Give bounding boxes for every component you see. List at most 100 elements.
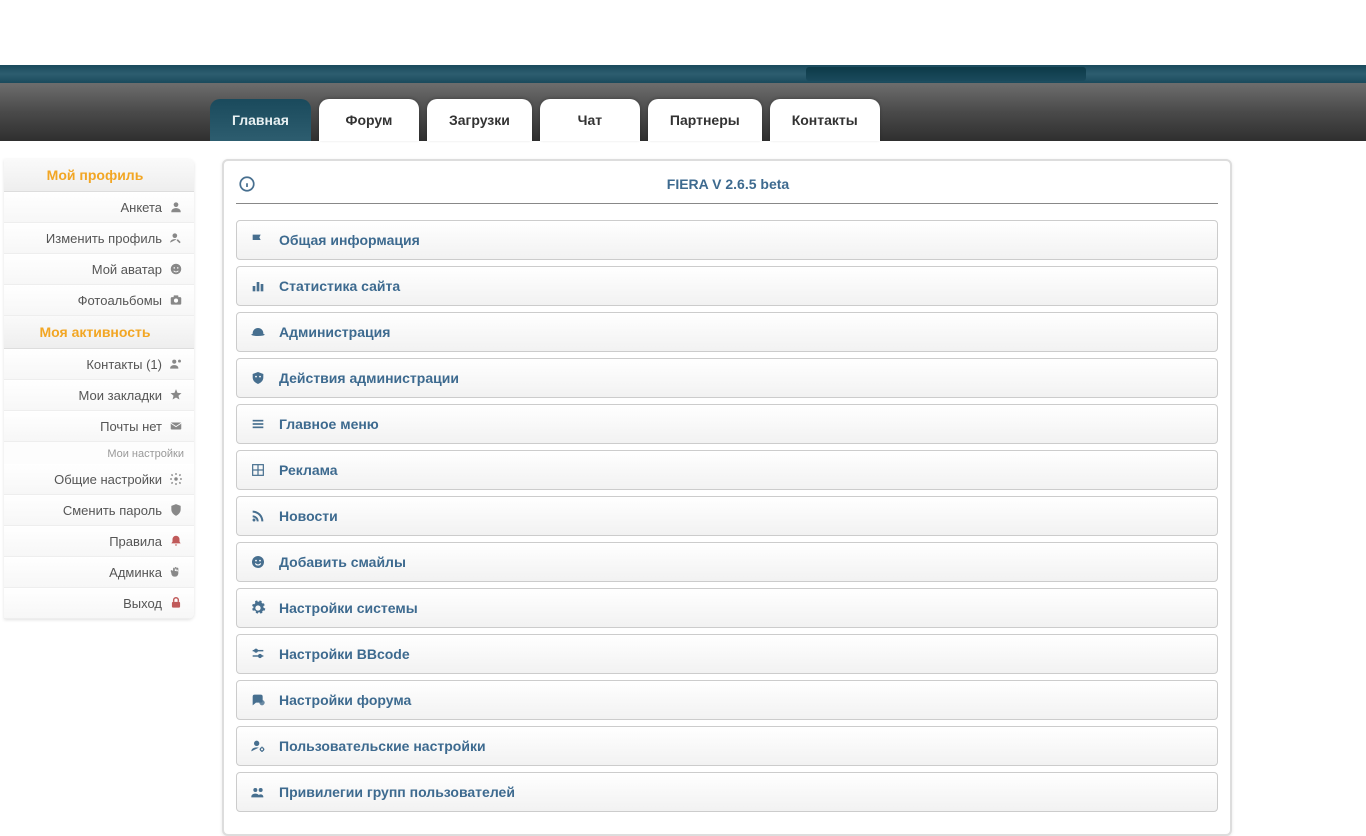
user-cog-icon	[249, 737, 267, 755]
top-spacer	[0, 0, 1366, 65]
sidebar-item-label: Почты нет	[100, 419, 162, 434]
menu-item-label: Новости	[279, 508, 338, 524]
panel-title-row: FIERA V 2.6.5 beta	[236, 171, 1218, 203]
menu-item-4[interactable]: Главное меню	[236, 404, 1218, 444]
sidebar-item-label: Сменить пароль	[63, 503, 162, 518]
mask-icon	[249, 369, 267, 387]
camera-icon	[168, 292, 184, 308]
lock-icon	[168, 595, 184, 611]
sidebar-item-label: Изменить профиль	[46, 231, 162, 246]
menu-item-10[interactable]: Настройки форума	[236, 680, 1218, 720]
sidebar-item-anketa[interactable]: Анкета	[4, 192, 194, 223]
sidebar-header-profile: Мой профиль	[4, 159, 194, 192]
cog-icon	[249, 599, 267, 617]
menu-list: Общая информация Статистика сайта Админист…	[236, 220, 1218, 812]
menu-item-label: Реклама	[279, 462, 338, 478]
info-icon	[238, 175, 256, 193]
sidebar-item-change-password[interactable]: Сменить пароль	[4, 495, 194, 526]
menu-item-label: Настройки системы	[279, 600, 418, 616]
tab-chat[interactable]: Чат	[540, 99, 640, 141]
user-edit-icon	[168, 230, 184, 246]
menu-item-label: Настройки форума	[279, 692, 411, 708]
sidebar-item-edit-profile[interactable]: Изменить профиль	[4, 223, 194, 254]
menu-item-3[interactable]: Действия администрации	[236, 358, 1218, 398]
header-bar	[0, 65, 1366, 83]
tab-label: Форум	[346, 112, 393, 128]
sidebar-item-label: Анкета	[120, 200, 162, 215]
sidebar-item-avatar[interactable]: Мой аватар	[4, 254, 194, 285]
menu-item-5[interactable]: Реклама	[236, 450, 1218, 490]
menu-item-7[interactable]: Добавить смайлы	[236, 542, 1218, 582]
bars-icon	[249, 277, 267, 295]
menu-item-label: Привилегии групп пользователей	[279, 784, 515, 800]
sidebar-item-admin[interactable]: Админка	[4, 557, 194, 588]
bell-icon	[168, 533, 184, 549]
menu-item-1[interactable]: Статистика сайта	[236, 266, 1218, 306]
sidebar-item-general-settings[interactable]: Общие настройки	[4, 464, 194, 495]
menu-item-2[interactable]: Администрация	[236, 312, 1218, 352]
sidebar-item-label: Общие настройки	[54, 472, 162, 487]
chat-icon	[249, 691, 267, 709]
menu-item-9[interactable]: Настройки BBcode	[236, 634, 1218, 674]
sidebar-item-label: Фотоальбомы	[78, 293, 162, 308]
sidebar-item-label: Мой аватар	[92, 262, 162, 277]
sidebar-item-albums[interactable]: Фотоальбомы	[4, 285, 194, 316]
tab-label: Чат	[578, 112, 602, 128]
sidebar-item-label: Мои закладки	[79, 388, 162, 403]
tab-label: Главная	[232, 112, 289, 128]
gear-icon	[168, 471, 184, 487]
menu-item-label: Администрация	[279, 324, 390, 340]
rss-icon	[249, 507, 267, 525]
tab-main[interactable]: Главная	[210, 99, 311, 141]
contacts-icon	[168, 356, 184, 372]
tab-label: Загрузки	[449, 112, 510, 128]
sidebar-item-bookmarks[interactable]: Мои закладки	[4, 380, 194, 411]
content-wrapper: Мой профиль Анкета Изменить профиль Мой …	[0, 141, 1366, 836]
mail-icon	[168, 418, 184, 434]
sidebar-item-contacts[interactable]: Контакты (1)	[4, 349, 194, 380]
sidebar-item-label: Правила	[109, 534, 162, 549]
menu-item-label: Главное меню	[279, 416, 379, 432]
face-icon	[168, 261, 184, 277]
menu-item-label: Добавить смайлы	[279, 554, 406, 570]
menu-item-label: Действия администрации	[279, 370, 459, 386]
tab-forum[interactable]: Форум	[319, 99, 419, 141]
shield-icon	[168, 502, 184, 518]
helmet-icon	[249, 323, 267, 341]
menu-item-0[interactable]: Общая информация	[236, 220, 1218, 260]
sidebar: Мой профиль Анкета Изменить профиль Мой …	[4, 159, 194, 619]
menu-item-label: Пользовательские настройки	[279, 738, 486, 754]
user-icon	[168, 199, 184, 215]
tab-contacts[interactable]: Контакты	[770, 99, 880, 141]
tab-partners[interactable]: Партнеры	[648, 99, 762, 141]
menu-item-label: Настройки BBcode	[279, 646, 410, 662]
menu-icon	[249, 415, 267, 433]
menu-item-label: Статистика сайта	[279, 278, 400, 294]
sidebar-header-activity: Моя активность	[4, 316, 194, 349]
group-icon	[249, 783, 267, 801]
menu-item-label: Общая информация	[279, 232, 420, 248]
star-icon	[168, 387, 184, 403]
panel-divider	[236, 203, 1218, 204]
menu-item-8[interactable]: Настройки системы	[236, 588, 1218, 628]
flag-icon	[249, 231, 267, 249]
tab-label: Контакты	[792, 112, 858, 128]
tab-label: Партнеры	[670, 112, 740, 128]
sidebar-item-label: Админка	[109, 565, 162, 580]
sidebar-item-rules[interactable]: Правила	[4, 526, 194, 557]
smile-icon	[249, 553, 267, 571]
menu-item-12[interactable]: Привилегии групп пользователей	[236, 772, 1218, 812]
sliders-icon	[249, 645, 267, 663]
sidebar-subheader-settings: Мои настройки	[4, 442, 194, 464]
grid-icon	[249, 461, 267, 479]
menu-item-6[interactable]: Новости	[236, 496, 1218, 536]
sidebar-item-exit[interactable]: Выход	[4, 588, 194, 619]
tab-downloads[interactable]: Загрузки	[427, 99, 532, 141]
sidebar-item-mail[interactable]: Почты нет	[4, 411, 194, 442]
sidebar-item-label: Контакты (1)	[86, 357, 162, 372]
panel-title: FIERA V 2.6.5 beta	[268, 176, 1218, 192]
nav-bar: Главная Форум Загрузки Чат Партнеры Конт…	[0, 83, 1366, 141]
sidebar-item-label: Выход	[123, 596, 162, 611]
main-panel: FIERA V 2.6.5 beta Общая информация Стати…	[222, 159, 1232, 836]
menu-item-11[interactable]: Пользовательские настройки	[236, 726, 1218, 766]
